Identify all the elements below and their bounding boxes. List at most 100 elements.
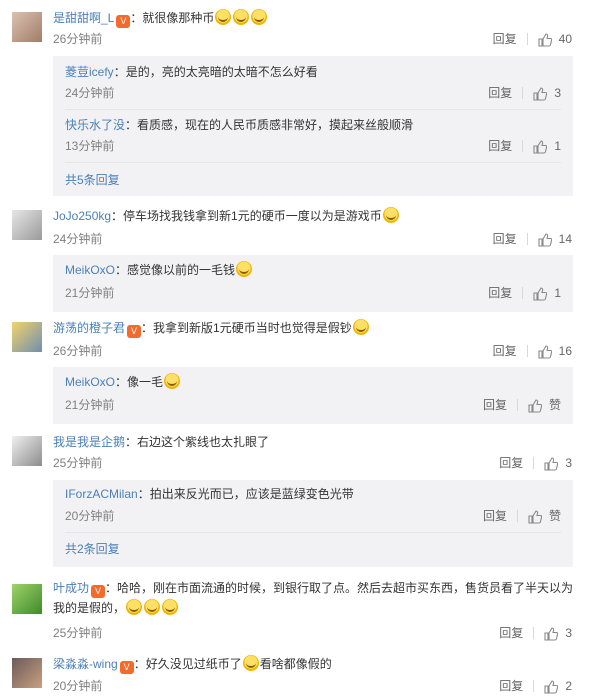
more-replies-link[interactable]: 共2条回复 bbox=[65, 541, 120, 557]
divider bbox=[522, 87, 524, 99]
timestamp: 26分钟前 bbox=[53, 32, 103, 46]
like-button[interactable]: 40 bbox=[538, 31, 572, 47]
username-link[interactable]: 游荡的橙子君 bbox=[53, 321, 125, 335]
more-replies-link[interactable]: 共5条回复 bbox=[65, 172, 120, 188]
timestamp: 24分钟前 bbox=[65, 86, 115, 100]
username-link[interactable]: JoJo250kg bbox=[53, 209, 111, 223]
laughing-emoji-icon bbox=[233, 9, 250, 25]
reply-button[interactable]: 回复 bbox=[483, 397, 507, 413]
comment-item: 游荡的橙子君 V ：我拿到新版1元硬币当时也觉得是假钞 26分钟前 回复 16 Me… bbox=[0, 318, 589, 424]
like-button[interactable]: 赞 bbox=[528, 397, 561, 413]
avatar[interactable] bbox=[12, 658, 42, 688]
avatar[interactable] bbox=[12, 210, 42, 240]
comment-body: 梁淼淼-wing V ：好久没见过纸币了 看啥都像假的 bbox=[53, 654, 575, 674]
thumbs-up-icon bbox=[544, 680, 559, 694]
username-link[interactable]: IForzACMilan bbox=[65, 487, 138, 501]
reply-button[interactable]: 回复 bbox=[499, 455, 523, 471]
avatar[interactable] bbox=[12, 584, 42, 614]
thumbs-up-icon bbox=[544, 627, 559, 641]
reply-list: MeikOxO：感觉像以前的一毛钱 21分钟前 回复 1 bbox=[53, 255, 573, 312]
comment-body: 游荡的橙子君 V ：我拿到新版1元硬币当时也觉得是假钞 bbox=[53, 318, 575, 338]
like-button[interactable]: 1 bbox=[533, 138, 561, 154]
username-link[interactable]: 梁淼淼-wing bbox=[53, 657, 118, 671]
comment-item: 叶成功 V ：哈哈，刚在市面流通的时候，到银行取了点。然后去超市买东西，售货员看了半… bbox=[0, 578, 589, 644]
like-button[interactable]: 2 bbox=[544, 678, 572, 694]
timestamp: 25分钟前 bbox=[53, 456, 103, 470]
reply-button[interactable]: 回复 bbox=[488, 138, 512, 154]
laughing-emoji-icon bbox=[215, 9, 232, 25]
like-count: 3 bbox=[565, 626, 572, 640]
comment-item: 是甜甜啊_L V ：就很像那种币 26分钟前 回复 40 菱荳icefy：是的，亮的… bbox=[0, 8, 589, 198]
reply-body: 菱荳icefy：是的，亮的太亮暗的太暗不怎么好看 bbox=[65, 62, 561, 82]
thumbs-up-icon bbox=[533, 140, 548, 154]
comment-actions: 回复 2 bbox=[499, 678, 572, 694]
reply-button[interactable]: 回复 bbox=[493, 343, 517, 359]
laughing-emoji-icon bbox=[164, 373, 181, 389]
divider bbox=[65, 109, 561, 110]
reply-button[interactable]: 回复 bbox=[493, 231, 517, 247]
reply-button[interactable]: 回复 bbox=[493, 31, 517, 47]
thumbs-up-icon bbox=[544, 457, 559, 471]
comment-text: ：我拿到新版1元硬币当时也觉得是假钞 bbox=[141, 321, 352, 335]
username-link[interactable]: MeikOxO bbox=[65, 375, 115, 389]
like-button[interactable]: 14 bbox=[538, 231, 572, 247]
thumbs-up-icon bbox=[528, 510, 542, 524]
timestamp: 26分钟前 bbox=[53, 344, 103, 358]
laughing-emoji-icon bbox=[162, 599, 179, 615]
like-button[interactable]: 赞 bbox=[528, 508, 561, 524]
reply-list: IForzACMilan：拍出来反光而已，应该是蓝绿变色光带 20分钟前 回复 … bbox=[53, 480, 573, 567]
divider bbox=[533, 457, 535, 469]
like-button[interactable]: 1 bbox=[533, 285, 561, 301]
reply-button[interactable]: 回复 bbox=[499, 678, 523, 694]
comment-text: ：好久没见过纸币了 bbox=[133, 657, 242, 671]
reply-actions: 回复 赞 bbox=[483, 397, 561, 413]
username-link[interactable]: MeikOxO bbox=[65, 263, 115, 277]
like-count: 16 bbox=[558, 344, 572, 358]
reply-button[interactable]: 回复 bbox=[488, 85, 512, 101]
reply-list: 菱荳icefy：是的，亮的太亮暗的太暗不怎么好看 24分钟前 回复 3 快乐水了… bbox=[53, 56, 573, 196]
laughing-emoji-icon bbox=[236, 261, 253, 277]
avatar[interactable] bbox=[12, 12, 42, 42]
like-count: 3 bbox=[565, 456, 572, 470]
like-button[interactable]: 3 bbox=[544, 455, 572, 471]
reply-button[interactable]: 回复 bbox=[483, 508, 507, 524]
vip-badge-icon: V bbox=[119, 661, 134, 674]
comment-actions: 回复 3 bbox=[499, 455, 572, 471]
avatar[interactable] bbox=[12, 436, 42, 466]
comment-item: 我是我是企鹅：右边这个紫线也太扎眼了 25分钟前 回复 3 IForzACMil… bbox=[0, 432, 589, 568]
thumbs-up-icon bbox=[533, 287, 548, 301]
username-link[interactable]: 我是我是企鹅 bbox=[53, 435, 125, 449]
like-button[interactable]: 3 bbox=[533, 85, 561, 101]
timestamp: 20分钟前 bbox=[65, 509, 115, 523]
username-link[interactable]: 菱荳icefy bbox=[65, 65, 114, 79]
like-count: 2 bbox=[565, 679, 572, 693]
comment-actions: 回复 3 bbox=[499, 625, 572, 641]
timestamp: 20分钟前 bbox=[53, 679, 103, 693]
timestamp: 13分钟前 bbox=[65, 139, 115, 153]
reply-text: ：感觉像以前的一毛钱 bbox=[115, 263, 236, 277]
laughing-emoji-icon bbox=[352, 319, 369, 335]
reply-text: ：看质感，现在的人民币质感非常好，摸起来丝般顺滑 bbox=[125, 118, 414, 132]
thumbs-up-icon bbox=[528, 399, 542, 413]
username-link[interactable]: 快乐水了没 bbox=[65, 118, 125, 132]
like-count: 3 bbox=[554, 86, 561, 100]
vip-badge-icon: V bbox=[116, 15, 131, 28]
username-link[interactable]: 叶成功 bbox=[53, 581, 89, 595]
reply-button[interactable]: 回复 bbox=[499, 625, 523, 641]
like-button[interactable]: 3 bbox=[544, 625, 572, 641]
reply-body: 快乐水了没：看质感，现在的人民币质感非常好，摸起来丝般顺滑 bbox=[65, 115, 561, 135]
reply-list: MeikOxO：像一毛 21分钟前 回复 赞 bbox=[53, 367, 573, 424]
laughing-emoji-icon bbox=[242, 655, 259, 671]
thumbs-up-icon bbox=[538, 33, 552, 47]
reply-actions: 回复 赞 bbox=[483, 508, 561, 524]
username-link[interactable]: 是甜甜啊_L bbox=[53, 11, 114, 25]
avatar[interactable] bbox=[12, 322, 42, 352]
like-count: 40 bbox=[558, 32, 572, 46]
timestamp: 25分钟前 bbox=[53, 626, 103, 640]
comment-item: 梁淼淼-wing V ：好久没见过纸币了 看啥都像假的 20分钟前 回复 2 bbox=[0, 654, 589, 696]
like-button[interactable]: 16 bbox=[538, 343, 572, 359]
like-count: 赞 bbox=[548, 398, 561, 412]
reply-button[interactable]: 回复 bbox=[488, 285, 512, 301]
divider bbox=[516, 510, 518, 522]
comment-body: 叶成功 V ：哈哈，刚在市面流通的时候，到银行取了点。然后去超市买东西，售货员看了半… bbox=[53, 578, 575, 618]
